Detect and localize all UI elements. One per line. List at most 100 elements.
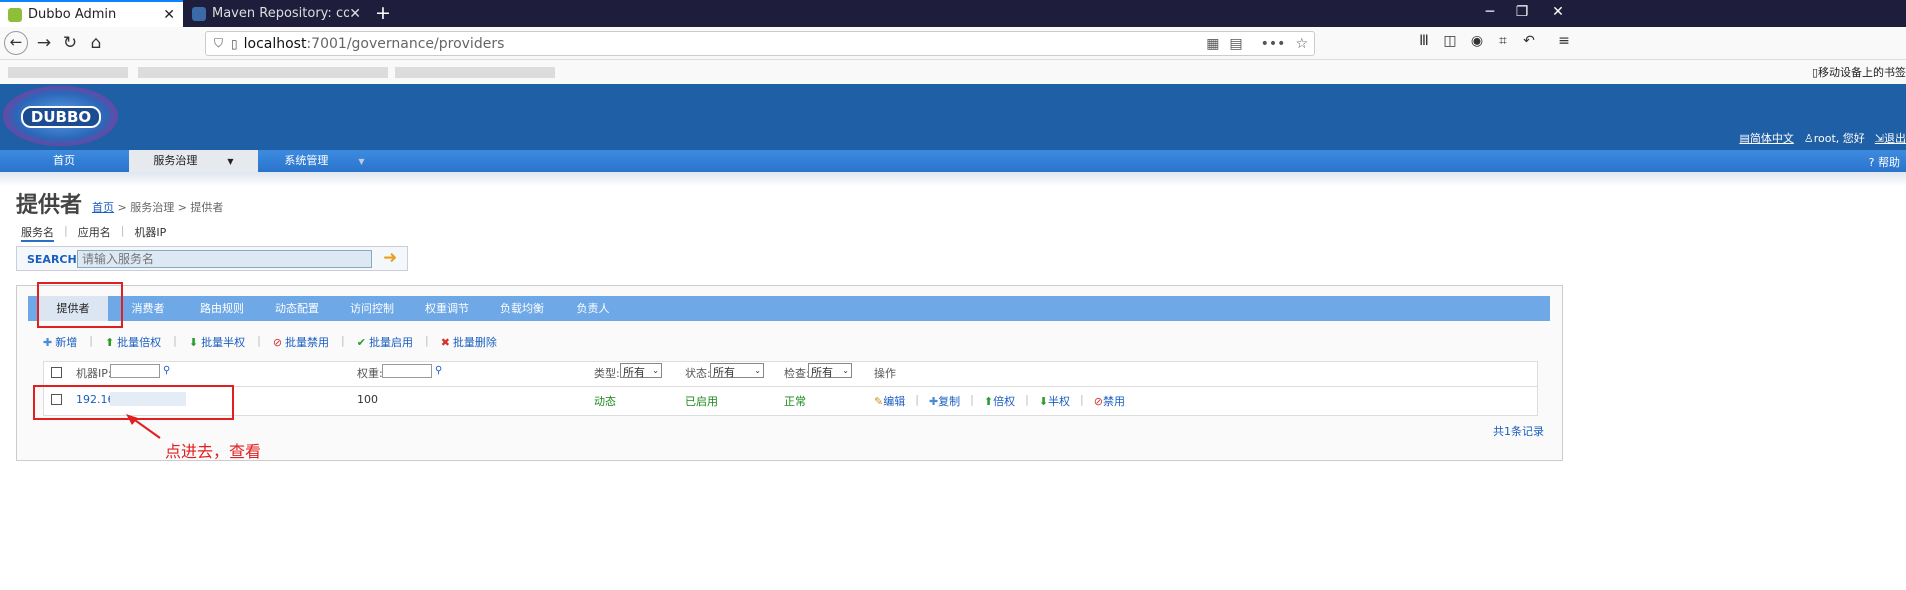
copy-button[interactable]: ✚复制 bbox=[929, 393, 960, 409]
divider: | bbox=[341, 334, 345, 347]
header-type: 类型: bbox=[594, 367, 620, 380]
main-menu: 首页 服务治理 ▼ 系统管理 ▼ ? 帮助 bbox=[0, 150, 1906, 172]
header-weight: 权重: bbox=[357, 367, 383, 380]
browser-nav-bar: ← → ↻ ⌂ ⛉ ▯ localhost :7001/governance/p… bbox=[0, 27, 1906, 60]
tab-weight[interactable]: 权重调节 bbox=[413, 296, 481, 321]
dubbo-logo: DUBBO bbox=[3, 86, 118, 146]
row-type: 动态 bbox=[594, 395, 616, 408]
status-filter-select[interactable]: 所有 ⌄ bbox=[710, 363, 764, 379]
mobile-bookmarks[interactable]: ▯移动设备上的书签 bbox=[1812, 64, 1906, 80]
disable-button[interactable]: ⊘禁用 bbox=[1094, 393, 1125, 409]
user-greeting: ♙root, 您好 bbox=[1803, 132, 1865, 145]
tab-title: Maven Repository: com.githu bbox=[212, 6, 350, 21]
menu-service-governance[interactable]: 服务治理 ▼ bbox=[129, 150, 258, 172]
row-weight: 100 bbox=[357, 393, 378, 406]
search-label: SEARCH bbox=[27, 253, 77, 266]
close-icon[interactable]: ✕ bbox=[163, 7, 175, 23]
more-icon[interactable]: ••• bbox=[1261, 36, 1286, 52]
account-icon[interactable]: ◉ bbox=[1466, 33, 1488, 49]
divider: | bbox=[120, 224, 125, 237]
search-icon[interactable]: ⚲ bbox=[163, 365, 170, 376]
library-icon[interactable]: Ⅲ bbox=[1413, 33, 1435, 49]
header-links: ▤简体中文 ♙root, 您好 ⇲退出 bbox=[1739, 130, 1906, 146]
back-icon[interactable]: ← bbox=[4, 31, 28, 55]
sidebar-icon[interactable]: ◫ bbox=[1439, 33, 1461, 49]
batch-half-weight-button[interactable]: ⬇ 批量半权 bbox=[189, 334, 245, 350]
logout-link[interactable]: ⇲退出 bbox=[1875, 130, 1906, 146]
blurred-bookmark bbox=[138, 67, 388, 78]
ban-icon: ⊘ bbox=[272, 336, 283, 349]
address-bar[interactable]: ⛉ ▯ localhost :7001/governance/providers… bbox=[205, 31, 1315, 56]
search-go-icon[interactable]: ➜ bbox=[383, 250, 401, 268]
url-host: localhost bbox=[243, 35, 307, 52]
batch-disable-button[interactable]: ⊘ 批量禁用 bbox=[273, 334, 329, 350]
home-icon[interactable]: ⌂ bbox=[85, 33, 107, 53]
dropdown-caret-icon: ▼ bbox=[227, 157, 234, 166]
menu-system-admin[interactable]: 系统管理 ▼ bbox=[262, 150, 387, 172]
ip-filter-input[interactable] bbox=[110, 364, 160, 378]
query-tab-service[interactable]: 服务名 bbox=[21, 224, 54, 242]
chevron-down-icon: ⌄ bbox=[754, 366, 761, 375]
undo-icon[interactable]: ↶ bbox=[1518, 33, 1540, 49]
qr-icon[interactable]: ▦ bbox=[1206, 36, 1219, 52]
chevron-down-icon: ⌄ bbox=[842, 366, 849, 375]
bookmark-star-icon[interactable]: ☆ bbox=[1295, 36, 1308, 52]
browser-tab-bar: Dubbo Admin ✕ Maven Repository: com.gith… bbox=[0, 0, 1906, 27]
tab-consumers[interactable]: 消费者 bbox=[118, 296, 178, 321]
add-button[interactable]: ✚ 新增 bbox=[43, 334, 77, 350]
query-tab-ip[interactable]: 机器IP bbox=[134, 224, 166, 242]
row-status: 已启用 bbox=[685, 395, 718, 408]
language-link[interactable]: ▤简体中文 bbox=[1739, 130, 1793, 146]
tab-routes[interactable]: 路由规则 bbox=[188, 296, 256, 321]
divider: | bbox=[970, 393, 974, 406]
browser-tab-maven[interactable]: Maven Repository: com.githu ✕ bbox=[184, 0, 369, 27]
delete-x-icon: ✖ bbox=[440, 336, 450, 349]
search-icon[interactable]: ⚲ bbox=[435, 365, 442, 376]
shield-icon: ⛉ bbox=[214, 36, 224, 50]
divider: | bbox=[915, 393, 919, 406]
browser-tab-dubbo[interactable]: Dubbo Admin ✕ bbox=[0, 0, 183, 27]
tab-load-balance[interactable]: 负载均衡 bbox=[488, 296, 556, 321]
breadcrumb-home[interactable]: 首页 bbox=[92, 201, 114, 214]
help-link[interactable]: ? 帮助 bbox=[1869, 154, 1900, 170]
header-ip: 机器IP: bbox=[76, 367, 112, 380]
url-path: :7001/governance/providers bbox=[306, 35, 505, 52]
row-operations: ✎编辑 | ✚复制 | ⬆倍权 | ⬇半权 | ⊘禁用 bbox=[874, 393, 1125, 409]
batch-enable-button[interactable]: ✔ 批量启用 bbox=[357, 334, 413, 350]
menu-icon[interactable]: ≡ bbox=[1553, 33, 1575, 49]
header-ops: 操作 bbox=[874, 367, 896, 380]
minimize-icon[interactable]: ─ bbox=[1480, 4, 1500, 20]
half-weight-button[interactable]: ⬇半权 bbox=[1039, 393, 1070, 409]
tab-access-control[interactable]: 访问控制 bbox=[338, 296, 406, 321]
reader-icon[interactable]: ▤ bbox=[1229, 36, 1242, 52]
edit-button[interactable]: ✎编辑 bbox=[874, 393, 905, 409]
pencil-icon: ✎ bbox=[874, 395, 884, 408]
forward-icon[interactable]: → bbox=[33, 33, 55, 53]
batch-double-weight-button[interactable]: ⬆ 批量倍权 bbox=[105, 334, 161, 350]
chevron-down-icon: ⌄ bbox=[652, 366, 659, 375]
reload-icon[interactable]: ↻ bbox=[59, 33, 81, 53]
weight-filter-input[interactable] bbox=[382, 364, 432, 378]
check-icon: ✔ bbox=[356, 336, 366, 349]
query-tab-app[interactable]: 应用名 bbox=[78, 224, 111, 242]
check-filter-select[interactable]: 所有 ⌄ bbox=[808, 363, 852, 379]
search-input[interactable] bbox=[77, 250, 372, 268]
maximize-icon[interactable]: ❐ bbox=[1512, 4, 1532, 20]
new-tab-button[interactable]: + bbox=[375, 2, 391, 24]
double-weight-button[interactable]: ⬆倍权 bbox=[984, 393, 1015, 409]
tab-dynamic-config[interactable]: 动态配置 bbox=[263, 296, 331, 321]
batch-delete-button[interactable]: ✖ 批量删除 bbox=[441, 334, 497, 350]
close-icon[interactable]: ✕ bbox=[349, 6, 361, 22]
screenshot-icon[interactable]: ⌗ bbox=[1492, 33, 1514, 49]
divider: | bbox=[424, 334, 429, 347]
logo-text: DUBBO bbox=[21, 106, 101, 128]
tab-owner[interactable]: 负责人 bbox=[563, 296, 623, 321]
select-all-checkbox[interactable] bbox=[51, 367, 62, 378]
menu-home[interactable]: 首页 bbox=[0, 150, 128, 172]
window-close-icon[interactable]: ✕ bbox=[1548, 4, 1568, 20]
plus-icon: ✚ bbox=[928, 395, 939, 408]
panel-tabs: 提供者 消费者 路由规则 动态配置 访问控制 权重调节 负载均衡 负责人 bbox=[28, 296, 1550, 321]
divider: | bbox=[173, 334, 177, 347]
type-filter-select[interactable]: 所有 ⌄ bbox=[620, 363, 662, 379]
divider: | bbox=[64, 224, 68, 237]
